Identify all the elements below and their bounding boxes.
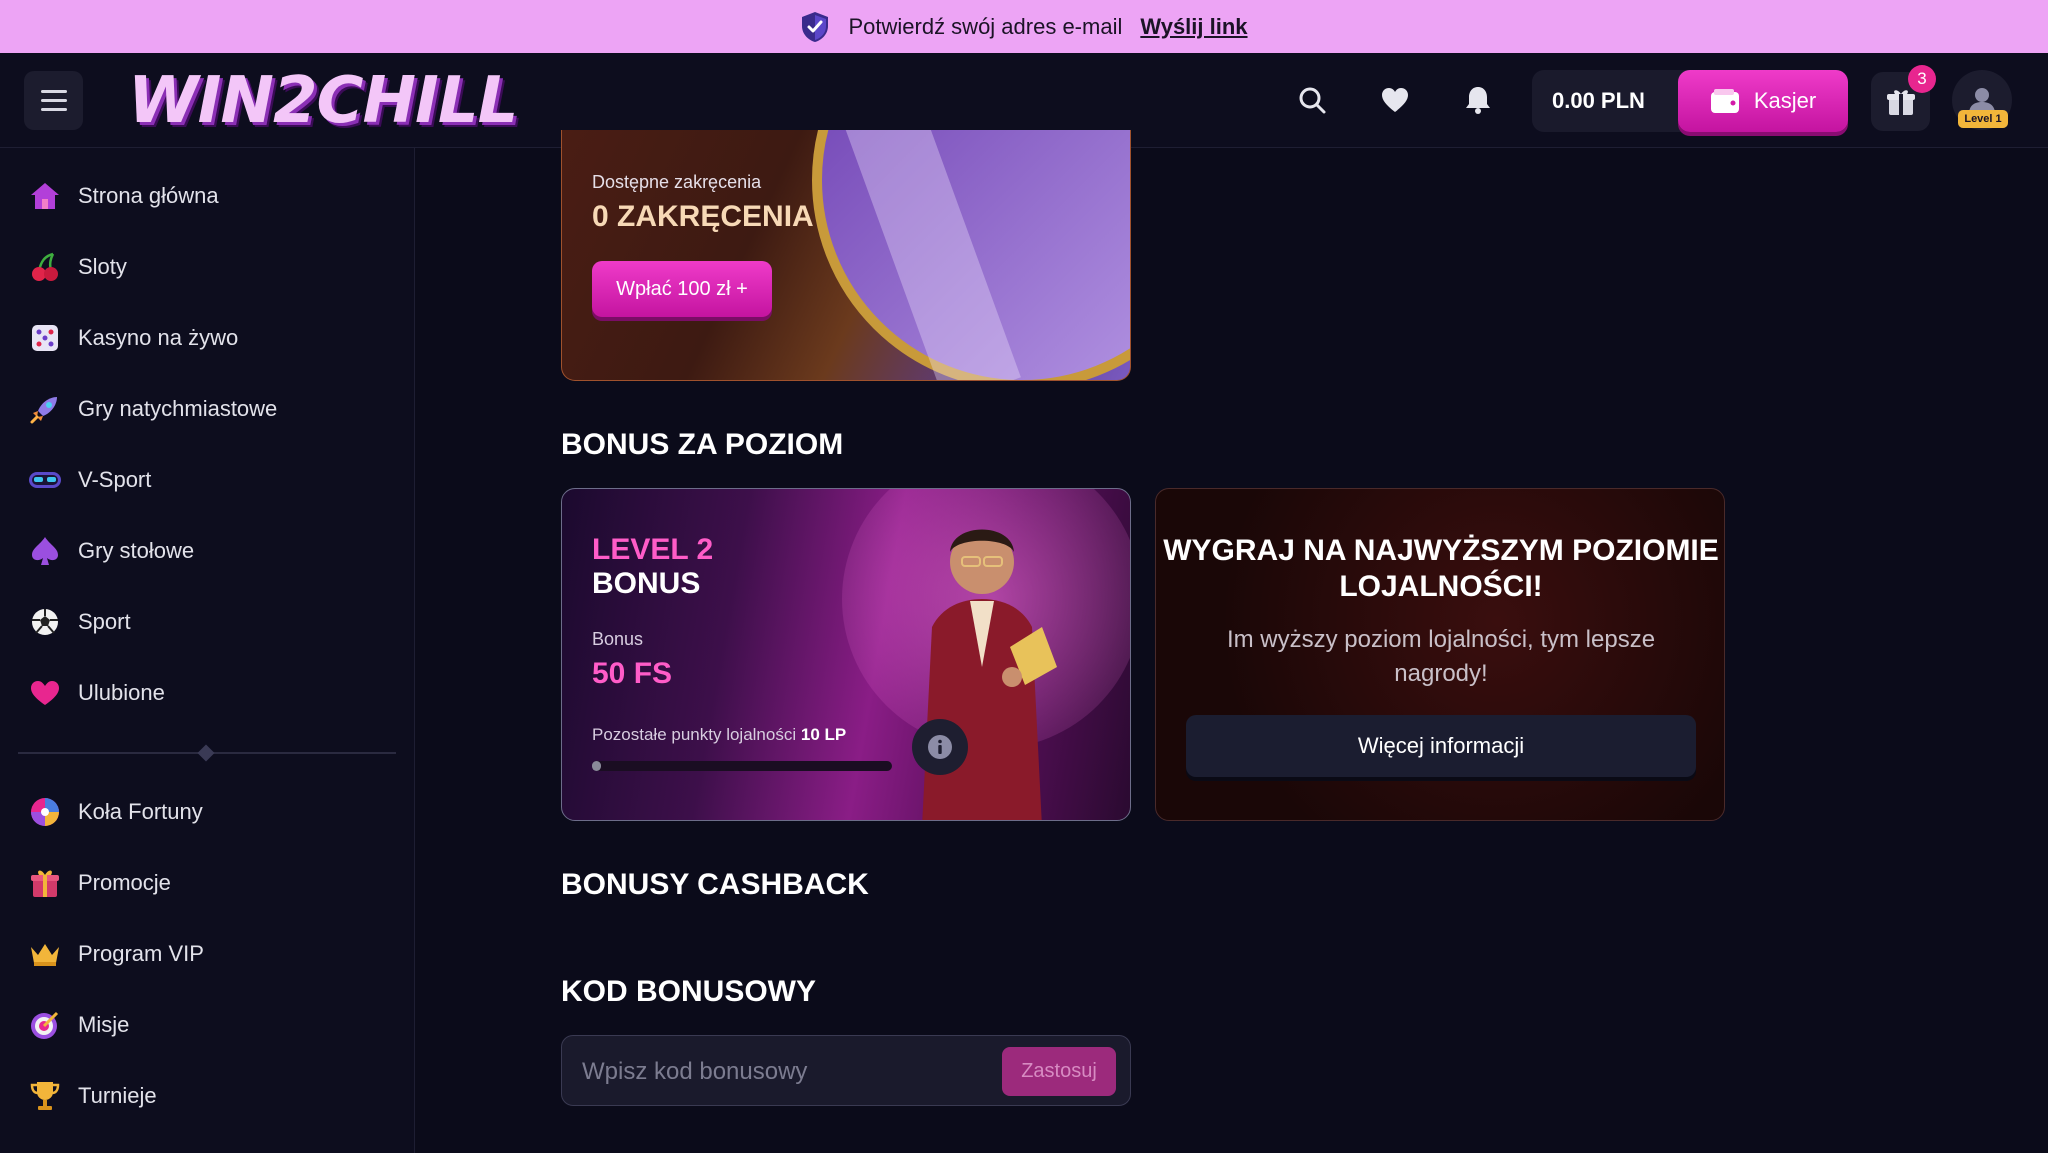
spins-label: Dostępne zakręcenia <box>592 172 762 192</box>
level-subtitle: BONUS <box>592 567 701 600</box>
hamburger-icon <box>40 99 67 102</box>
loyalty-text: Im wyższy poziom lojalności, tym lepsze … <box>1226 626 1656 687</box>
sidebar-item-table-games[interactable]: Gry stołowe <box>28 531 194 571</box>
fortune-wheel-icon <box>28 795 62 829</box>
heart-icon <box>28 676 62 710</box>
loyalty-points-row: Pozostałe punkty lojalności 10 LP <box>592 725 846 745</box>
email-verification-banner: Potwierdź swój adres e-mail Wyślij link <box>0 0 2048 53</box>
sidebar-item-label: Kasyno na żywo <box>78 325 239 350</box>
sidebar-item-promotions[interactable]: Promocje <box>28 863 171 903</box>
deposit-button[interactable]: Wpłać 100 zł + <box>592 261 772 317</box>
level-bonus-card: LEVEL 2 BONUS Bonus 50 FS Pozostałe punk… <box>561 488 1131 821</box>
loyalty-progress-fill <box>592 761 601 771</box>
sidebar-item-label: V-Sport <box>78 467 152 492</box>
sidebar-item-home[interactable]: Strona główna <box>28 176 219 216</box>
notifications-button[interactable] <box>1457 79 1499 121</box>
sidebar-item-label: Program VIP <box>78 941 204 966</box>
bonus-code-input[interactable] <box>582 1036 962 1107</box>
crown-icon <box>28 937 62 971</box>
dice-icon <box>28 321 62 355</box>
sidebar-item-label: Sport <box>78 609 131 634</box>
search-icon <box>1299 87 1326 114</box>
sidebar: Strona główna Sloty Kasyno na żywo Gry n… <box>0 148 415 1153</box>
sidebar-item-tournaments[interactable]: Turnieje <box>28 1076 157 1116</box>
menu-button[interactable] <box>24 71 83 130</box>
wallet-icon <box>1710 89 1739 113</box>
sidebar-item-label: Gry natychmiastowe <box>78 396 278 421</box>
target-icon <box>28 1008 62 1042</box>
sidebar-item-label: Gry stołowe <box>78 538 195 563</box>
sidebar-item-sport[interactable]: Sport <box>28 602 131 642</box>
home-icon <box>28 179 62 213</box>
cherry-icon <box>28 250 62 284</box>
level-title: LEVEL 2 <box>592 533 714 566</box>
info-button[interactable] <box>912 719 968 775</box>
sidebar-item-wheel-of-fortune[interactable]: Koła Fortuny <box>28 792 203 832</box>
sidebar-item-label: Promocje <box>78 870 171 895</box>
cashier-label: Kasjer <box>1753 88 1817 113</box>
sidebar-item-vip-program[interactable]: Program VIP <box>28 934 204 974</box>
shield-check-icon <box>802 11 829 42</box>
more-info-button[interactable]: Więcej informacji <box>1186 715 1696 777</box>
loyalty-points-value: 10 LP <box>800 725 847 744</box>
apply-code-button[interactable]: Zastosuj <box>1002 1047 1116 1096</box>
sidebar-item-slots[interactable]: Sloty <box>28 247 127 287</box>
bonus-code-box: Zastosuj <box>561 1035 1131 1107</box>
cashback-title: BONUSY CASHBACK <box>561 868 869 901</box>
gift-icon <box>28 866 62 900</box>
balance-box: 0.00 PLN Kasjer <box>1532 70 1848 132</box>
sidebar-item-favorites[interactable]: Ulubione <box>28 673 165 713</box>
gift-icon <box>1886 89 1915 115</box>
banner-message: Potwierdź swój adres e-mail <box>848 13 1123 39</box>
sidebar-item-label: Strona główna <box>78 183 219 208</box>
rewards-count-badge: 3 <box>1908 65 1936 93</box>
cashier-button[interactable]: Kasjer <box>1678 70 1848 132</box>
vr-goggles-icon <box>28 463 62 497</box>
bell-icon <box>1466 87 1490 114</box>
sidebar-item-live-casino[interactable]: Kasyno na żywo <box>28 318 238 358</box>
spade-icon <box>28 534 62 568</box>
sidebar-item-label: Turnieje <box>78 1083 157 1108</box>
loyalty-title: WYGRAJ NA NAJWYŻSZYM POZIOMIE LOJALNOŚCI… <box>1163 534 1719 603</box>
site-logo[interactable]: WIN2CHILL <box>128 69 518 133</box>
sidebar-item-v-sport[interactable]: V-Sport <box>28 460 151 500</box>
loyalty-info-card: WYGRAJ NA NAJWYŻSZYM POZIOMIE LOJALNOŚCI… <box>1155 488 1725 821</box>
balance-amount: 0.00 PLN <box>1552 88 1645 113</box>
sidebar-item-label: Koła Fortuny <box>78 799 203 824</box>
sidebar-item-instant-games[interactable]: Gry natychmiastowe <box>28 389 277 429</box>
sidebar-item-label: Sloty <box>78 254 127 279</box>
info-icon <box>928 735 952 759</box>
bonus-value: 50 FS <box>592 657 673 690</box>
trophy-icon <box>28 1079 62 1113</box>
rocket-icon <box>28 392 62 426</box>
level-bonus-title: BONUS ZA POZIOM <box>561 428 844 461</box>
bonus-code-title: KOD BONUSOWY <box>561 975 816 1008</box>
loyalty-progress-bar <box>592 761 892 771</box>
fortune-wheel-card: Dostępne zakręcenia 0 ZAKRĘCENIA Wpłać 1… <box>561 130 1131 381</box>
sidebar-item-missions[interactable]: Misje <box>28 1005 129 1045</box>
promo-character-image <box>922 529 1057 820</box>
sidebar-item-label: Misje <box>78 1012 130 1037</box>
spins-count: 0 ZAKRĘCENIA <box>592 200 814 233</box>
favorites-button[interactable] <box>1374 79 1416 121</box>
loyalty-points-label: Pozostałe punkty lojalności <box>592 725 797 744</box>
search-button[interactable] <box>1291 79 1333 121</box>
send-link-button[interactable]: Wyślij link <box>1140 14 1247 40</box>
soccer-ball-icon <box>28 605 62 639</box>
level-badge: Level 1 <box>1958 110 2008 128</box>
heart-icon <box>1382 88 1408 112</box>
bonus-label: Bonus <box>592 629 644 649</box>
sidebar-divider-dot <box>197 744 215 762</box>
sidebar-item-label: Ulubione <box>78 680 165 705</box>
